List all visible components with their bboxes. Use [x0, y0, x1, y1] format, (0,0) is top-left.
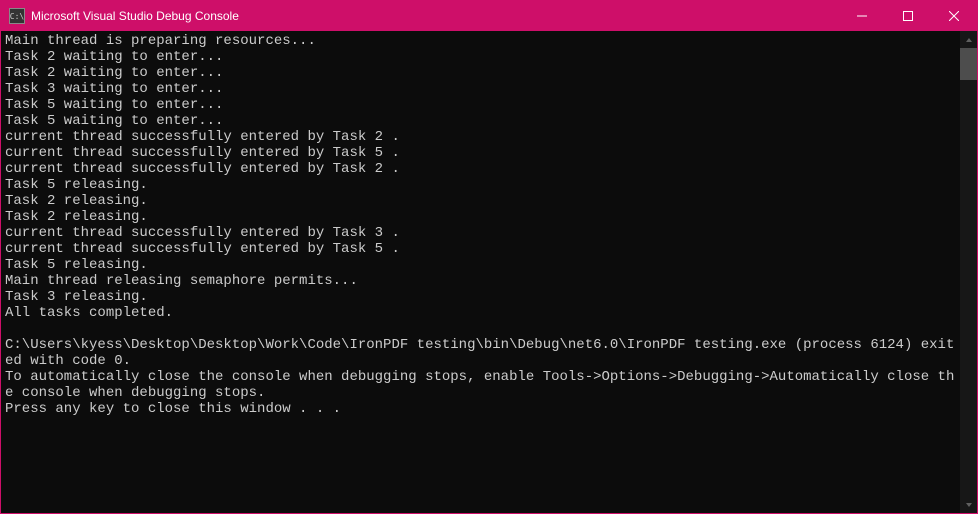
console-line: Task 3 waiting to enter... [5, 81, 956, 97]
console-line: Task 2 releasing. [5, 193, 956, 209]
console-body: Main thread is preparing resources...Tas… [1, 31, 977, 513]
console-line: Task 5 waiting to enter... [5, 113, 956, 129]
minimize-button[interactable] [839, 1, 885, 31]
console-line: Press any key to close this window . . . [5, 401, 956, 417]
window-title: Microsoft Visual Studio Debug Console [31, 9, 839, 23]
console-line: Task 2 releasing. [5, 209, 956, 225]
console-line: Task 5 releasing. [5, 257, 956, 273]
console-line: Main thread is preparing resources... [5, 33, 956, 49]
console-line: current thread successfully entered by T… [5, 225, 956, 241]
console-line: Task 3 releasing. [5, 289, 956, 305]
console-line: current thread successfully entered by T… [5, 241, 956, 257]
console-output[interactable]: Main thread is preparing resources...Tas… [1, 31, 960, 513]
title-bar[interactable]: C:\ Microsoft Visual Studio Debug Consol… [1, 1, 977, 31]
console-line: Task 5 releasing. [5, 177, 956, 193]
console-line: Main thread releasing semaphore permits.… [5, 273, 956, 289]
console-line [5, 321, 956, 337]
window-controls [839, 1, 977, 31]
console-line: C:\Users\kyess\Desktop\Desktop\Work\Code… [5, 337, 956, 369]
console-line: current thread successfully entered by T… [5, 145, 956, 161]
console-line: current thread successfully entered by T… [5, 129, 956, 145]
close-button[interactable] [931, 1, 977, 31]
vertical-scrollbar[interactable] [960, 31, 977, 513]
scrollbar-down-button[interactable] [960, 496, 977, 513]
console-line: All tasks completed. [5, 305, 956, 321]
console-line: current thread successfully entered by T… [5, 161, 956, 177]
console-line: Task 2 waiting to enter... [5, 65, 956, 81]
console-line: Task 5 waiting to enter... [5, 97, 956, 113]
console-line: To automatically close the console when … [5, 369, 956, 401]
console-line: Task 2 waiting to enter... [5, 49, 956, 65]
maximize-button[interactable] [885, 1, 931, 31]
scrollbar-up-button[interactable] [960, 31, 977, 48]
app-icon: C:\ [9, 8, 25, 24]
scrollbar-thumb[interactable] [960, 48, 977, 80]
console-window: C:\ Microsoft Visual Studio Debug Consol… [0, 0, 978, 514]
